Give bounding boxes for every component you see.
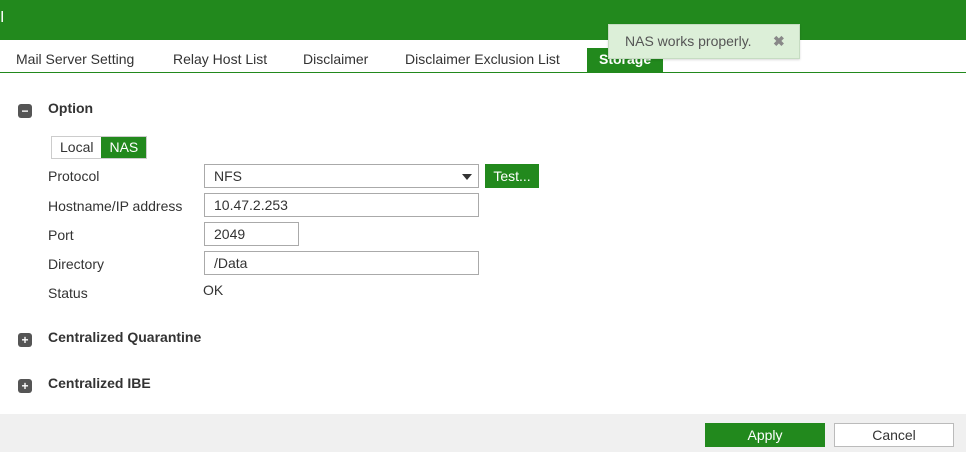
tab-relay-host-list[interactable]: Relay Host List [173,48,267,73]
section-title: Centralized Quarantine [48,329,202,345]
header-title: I [0,9,5,26]
status-value: OK [203,282,224,298]
directory-label: Directory [48,256,105,272]
chevron-down-icon [462,174,472,180]
toast-message: NAS works properly. [625,33,752,49]
storage-type-toggle: Local NAS [51,136,148,159]
host-input[interactable]: 10.47.2.253 [204,193,479,217]
status-label: Status [48,285,88,301]
tab-disclaimer[interactable]: Disclaimer [303,48,368,73]
tab-disclaimer-exclusion-list[interactable]: Disclaimer Exclusion List [405,48,560,73]
cancel-button[interactable]: Cancel [834,423,954,447]
toast-notification: NAS works properly. ✖ [608,24,800,59]
host-label: Hostname/IP address [48,198,183,214]
protocol-label: Protocol [48,168,100,184]
apply-button[interactable]: Apply [705,423,825,447]
section-centralized-quarantine[interactable]: + Centralized Quarantine [18,329,201,347]
toggle-nas[interactable]: NAS [101,137,147,158]
tab-mail-server-setting[interactable]: Mail Server Setting [16,48,134,73]
section-centralized-ibe[interactable]: + Centralized IBE [18,375,151,393]
section-option[interactable]: − Option [18,100,93,118]
app-header: I [0,0,966,40]
plus-icon[interactable]: + [18,333,32,347]
tab-bar: Mail Server Setting Relay Host List Disc… [0,40,966,73]
plus-icon[interactable]: + [18,379,32,393]
section-title: Option [48,100,94,116]
protocol-value: NFS [214,168,242,184]
port-input[interactable]: 2049 [204,222,299,246]
directory-input[interactable]: /Data [204,251,479,275]
close-icon[interactable]: ✖ [773,25,785,58]
test-button[interactable]: Test... [485,164,539,188]
port-label: Port [48,227,74,243]
minus-icon[interactable]: − [18,104,32,118]
section-title: Centralized IBE [48,375,151,391]
protocol-select[interactable]: NFS [204,164,479,188]
toggle-local[interactable]: Local [52,137,101,158]
